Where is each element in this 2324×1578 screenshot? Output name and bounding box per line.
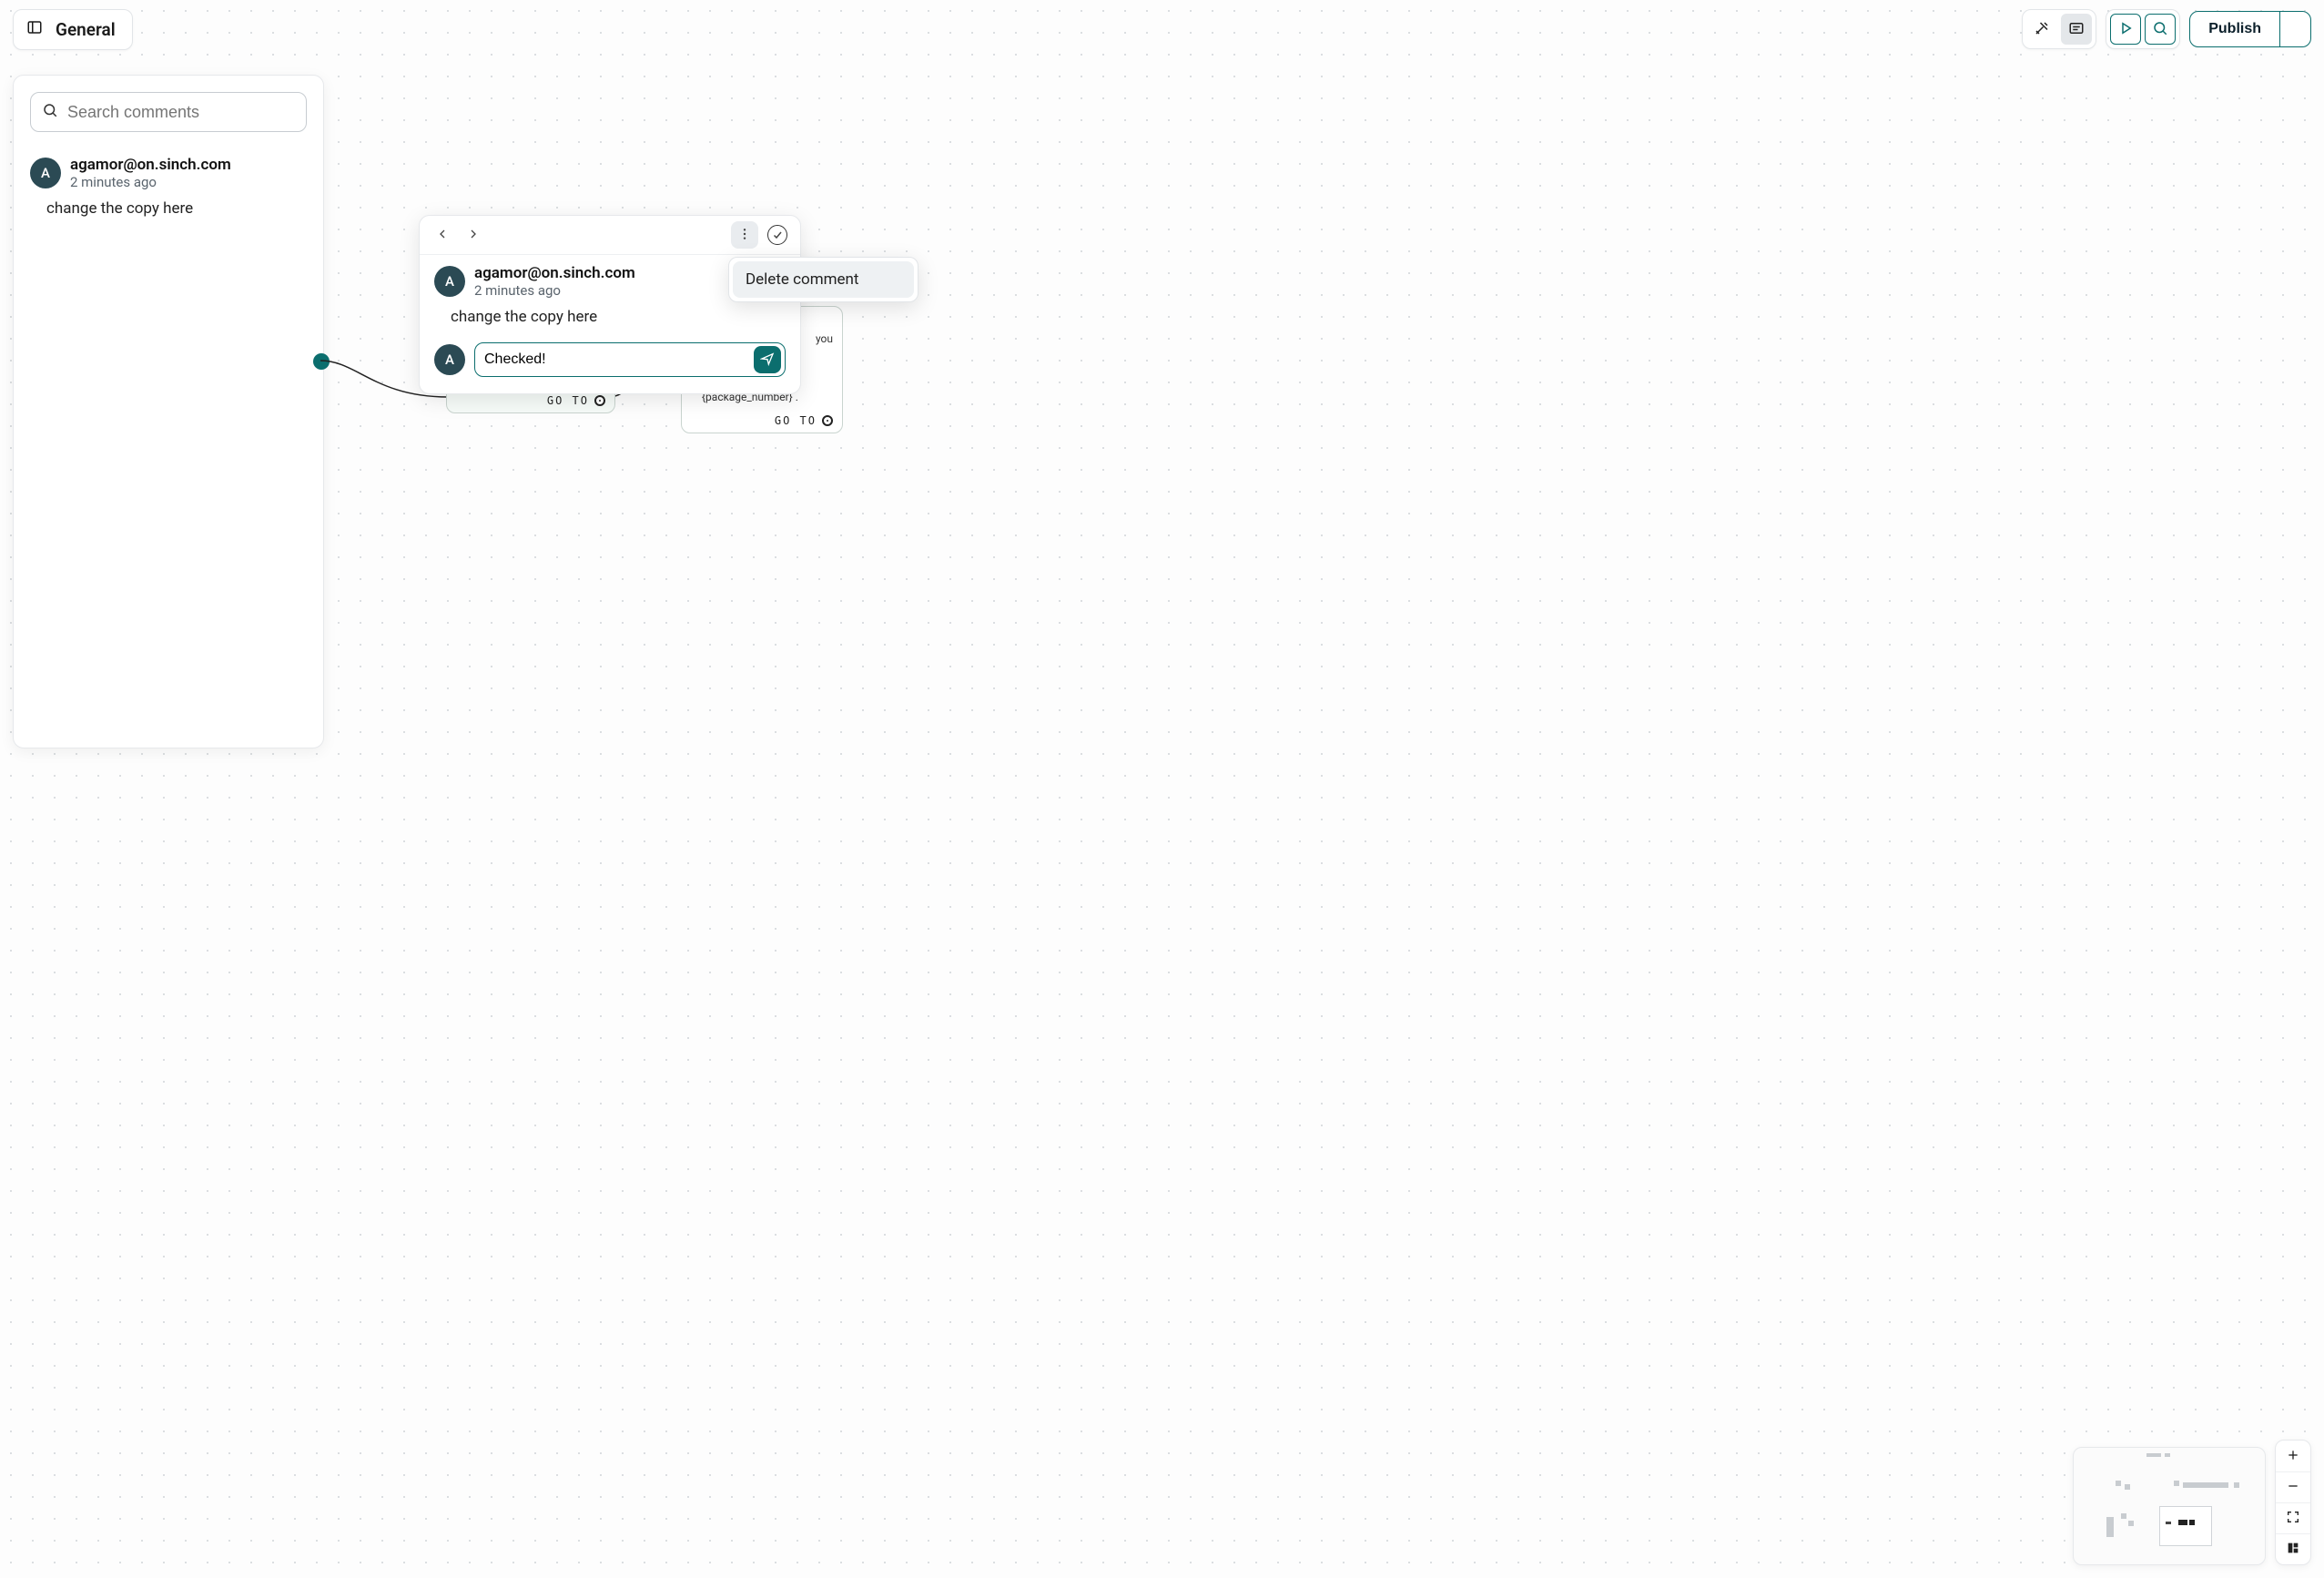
layout-icon xyxy=(2286,1541,2300,1558)
next-comment-button[interactable] xyxy=(460,221,487,249)
publish-dropdown-button[interactable] xyxy=(2279,12,2310,46)
minimap-node xyxy=(2189,1520,2195,1525)
minimap-node xyxy=(2121,1513,2126,1519)
prev-comment-button[interactable] xyxy=(429,221,456,249)
goto-row: GO TO xyxy=(775,414,833,427)
more-actions-button[interactable] xyxy=(731,221,758,249)
fit-view-button[interactable] xyxy=(2276,1502,2310,1533)
send-reply-button[interactable] xyxy=(754,346,781,373)
minimap-node xyxy=(2166,1522,2171,1524)
reply-row: A xyxy=(434,342,786,377)
comment-user: agamor@on.sinch.com xyxy=(474,264,635,282)
minimap-node xyxy=(2146,1453,2161,1457)
search-input-wrap[interactable] xyxy=(30,92,307,132)
publish-button[interactable]: Publish xyxy=(2190,12,2279,46)
search-input[interactable] xyxy=(67,103,295,122)
page-chip[interactable]: General xyxy=(13,9,133,50)
delete-comment-item[interactable]: Delete comment xyxy=(733,261,914,298)
minimap-node xyxy=(2174,1481,2179,1486)
goto-row: GO TO xyxy=(547,394,605,407)
plus-icon xyxy=(2286,1448,2300,1465)
comment-popup: A agamor@on.sinch.com 2 minutes ago chan… xyxy=(419,215,801,394)
page-title: General xyxy=(56,19,116,40)
search-button[interactable] xyxy=(2145,14,2176,45)
comment-body: change the copy here xyxy=(434,308,786,326)
comment-lines-icon xyxy=(2068,20,2085,39)
minimap-node xyxy=(2116,1481,2121,1486)
minimap-node xyxy=(2125,1484,2130,1490)
publish-group: Publish xyxy=(2189,11,2311,47)
goto-port[interactable] xyxy=(822,415,833,426)
resolve-comment-button[interactable] xyxy=(764,221,791,249)
node-text-fragment: you xyxy=(816,332,833,345)
search-icon xyxy=(42,102,58,122)
run-search-group xyxy=(2106,9,2180,49)
minimap-viewport[interactable] xyxy=(2159,1506,2212,1546)
minimap-node xyxy=(2128,1521,2134,1526)
popup-toolbar xyxy=(420,216,800,255)
toggle-minimap-button[interactable] xyxy=(2276,1533,2310,1564)
context-menu: Delete comment xyxy=(728,257,918,302)
play-icon xyxy=(2117,20,2134,39)
sidebar-toggle-icon xyxy=(26,19,43,40)
comment-time: 2 minutes ago xyxy=(70,174,231,190)
comment-time: 2 minutes ago xyxy=(474,282,635,299)
minimap-node xyxy=(2183,1482,2228,1488)
mode-group xyxy=(2022,9,2096,49)
tools-button[interactable] xyxy=(2026,14,2057,45)
goto-label: GO TO xyxy=(547,394,589,407)
fullscreen-icon xyxy=(2286,1510,2300,1527)
comments-mode-button[interactable] xyxy=(2061,14,2092,45)
minus-icon xyxy=(2286,1479,2300,1496)
comment-head: A agamor@on.sinch.com 2 minutes ago xyxy=(30,156,307,190)
zoom-in-button[interactable] xyxy=(2276,1441,2310,1471)
check-circle-icon xyxy=(767,225,787,245)
toolbar: Publish xyxy=(2022,9,2311,49)
comment-body: change the copy here xyxy=(30,199,307,218)
play-button[interactable] xyxy=(2110,14,2141,45)
reply-input[interactable] xyxy=(484,351,746,368)
avatar: A xyxy=(30,158,61,188)
minimap-node xyxy=(2165,1453,2170,1457)
comments-panel: A agamor@on.sinch.com 2 minutes ago chan… xyxy=(13,75,324,748)
zoom-out-button[interactable] xyxy=(2276,1471,2310,1502)
more-vertical-icon xyxy=(737,227,752,244)
chevron-left-icon xyxy=(435,227,450,244)
comment-list-item[interactable]: A agamor@on.sinch.com 2 minutes ago chan… xyxy=(30,156,307,218)
minimap-node xyxy=(2234,1482,2239,1488)
minimap[interactable] xyxy=(2073,1447,2266,1565)
chevron-right-icon xyxy=(466,227,481,244)
send-icon xyxy=(760,351,775,369)
popup-nav xyxy=(429,221,487,249)
goto-port[interactable] xyxy=(594,395,605,406)
goto-label: GO TO xyxy=(775,414,817,427)
minimap-node xyxy=(2178,1520,2187,1525)
reply-input-wrap[interactable] xyxy=(474,342,786,377)
search-icon xyxy=(2152,20,2168,39)
tools-icon xyxy=(2034,20,2050,39)
flow-start-node[interactable] xyxy=(313,353,330,370)
minimap-node xyxy=(2106,1517,2114,1537)
zoom-controls xyxy=(2275,1440,2311,1565)
comment-user: agamor@on.sinch.com xyxy=(70,156,231,174)
popup-actions xyxy=(731,221,791,249)
avatar: A xyxy=(434,344,465,375)
avatar: A xyxy=(434,266,465,297)
